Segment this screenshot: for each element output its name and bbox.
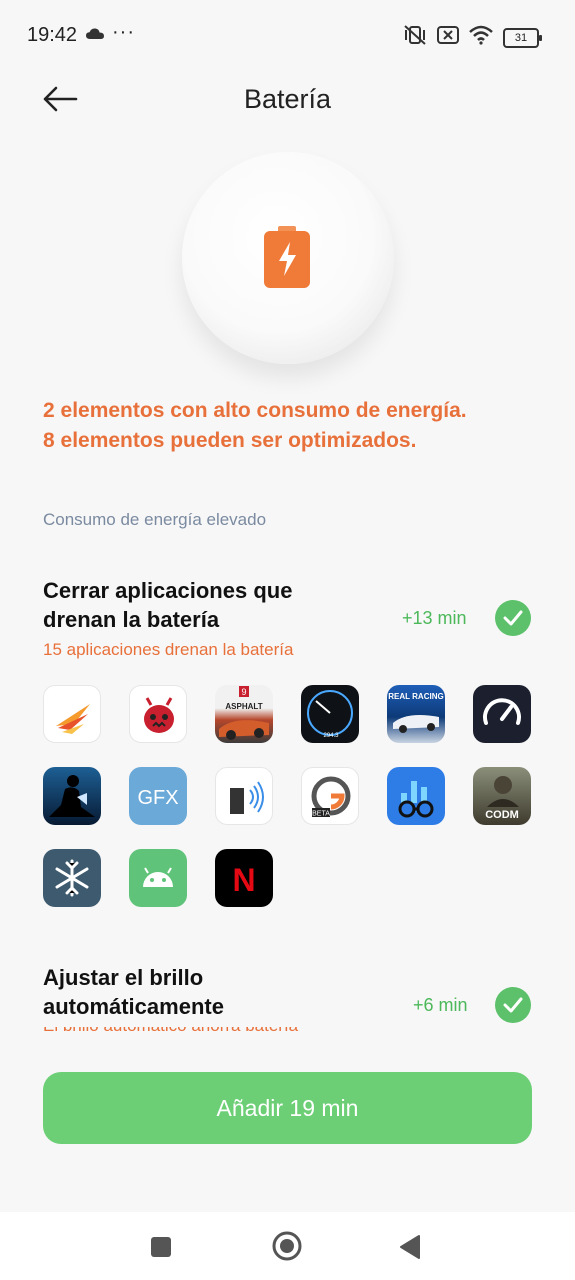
home-button[interactable] bbox=[271, 1230, 303, 1267]
svg-text:ASPHALT: ASPHALT bbox=[225, 702, 262, 711]
geekbench-app-icon bbox=[387, 767, 445, 825]
item-checkbox[interactable] bbox=[495, 600, 531, 636]
speedometer-app-icon: 294.3 bbox=[301, 685, 359, 743]
svg-text:GFX: GFX bbox=[137, 787, 178, 809]
back-nav-button[interactable] bbox=[399, 1234, 421, 1265]
time-gain: +6 min bbox=[413, 995, 468, 1015]
svg-text:BETA: BETA bbox=[312, 811, 330, 818]
recents-button[interactable] bbox=[150, 1236, 172, 1263]
item-title-line-2: automáticamente bbox=[43, 994, 224, 1019]
netflix-app-icon: N bbox=[215, 849, 273, 907]
section-label: Consumo de energía elevado bbox=[43, 510, 267, 529]
check-icon bbox=[503, 997, 523, 1013]
nfc-app-icon bbox=[215, 767, 273, 825]
item-checkbox[interactable] bbox=[495, 987, 531, 1023]
codm-app-icon: CODM bbox=[473, 767, 531, 825]
android-app-icon bbox=[129, 849, 187, 907]
item-subtitle: El brillo automático ahorra batería bbox=[43, 1027, 373, 1035]
svg-text:9: 9 bbox=[241, 687, 246, 697]
item-subtitle: 15 aplicaciones drenan la batería bbox=[43, 640, 294, 659]
swift-app-icon bbox=[43, 685, 101, 743]
wifi-icon bbox=[469, 25, 493, 50]
item-subtitle-clipped: El brillo automático ahorra batería bbox=[43, 1027, 373, 1035]
page-title: Batería bbox=[243, 84, 332, 114]
optimization-summary: 2 elementos con alto consumo de energía.… bbox=[43, 396, 467, 456]
svg-text:REAL RACING: REAL RACING bbox=[388, 692, 443, 701]
item-title-line-2: drenan la batería bbox=[43, 607, 220, 632]
summary-line-1: 2 elementos con alto consumo de energía. bbox=[43, 399, 467, 422]
real-racing-app-icon: REAL RACING bbox=[387, 685, 445, 743]
square-icon bbox=[151, 1237, 171, 1257]
summary-line-2: 8 elementos pueden ser optimizados. bbox=[43, 429, 417, 452]
antutu-app-icon bbox=[129, 685, 187, 743]
time-gain: +13 min bbox=[402, 608, 467, 628]
status-icons: 31 bbox=[403, 24, 542, 51]
kindle-app-icon bbox=[43, 767, 101, 825]
speedtest-app-icon bbox=[473, 685, 531, 743]
snowflake-app-icon bbox=[43, 849, 101, 907]
asphalt-9-app-icon: 9 ASPHALT bbox=[215, 685, 273, 743]
battery-charging-icon bbox=[264, 226, 310, 288]
item-title-line-1: Ajustar el brillo bbox=[43, 965, 204, 990]
item-title-line-1: Cerrar aplicaciones que bbox=[43, 578, 293, 603]
svg-text:CODM: CODM bbox=[485, 809, 519, 821]
triangle-back-icon bbox=[400, 1235, 420, 1259]
navigation-bar bbox=[0, 1212, 575, 1280]
gamebench-beta-app-icon: BETA bbox=[301, 767, 359, 825]
item-title: Ajustar el brillo automáticamente bbox=[43, 963, 224, 1021]
vibrate-off-icon bbox=[403, 24, 427, 51]
no-sim-icon bbox=[437, 25, 459, 50]
check-icon bbox=[503, 610, 523, 626]
battery-status-icon: 31 bbox=[503, 27, 542, 48]
gfx-tool-app-icon: GFX bbox=[129, 767, 187, 825]
svg-text:294.3: 294.3 bbox=[323, 733, 339, 739]
cloud-icon bbox=[86, 27, 104, 45]
status-bar: 19:42 ··· 31 bbox=[0, 0, 575, 70]
status-time: 19:42 bbox=[27, 24, 78, 46]
add-time-button[interactable]: Añadir 19 min bbox=[43, 1072, 532, 1144]
more-notifications-icon: ··· bbox=[112, 21, 135, 43]
item-title: Cerrar aplicaciones que drenan la baterí… bbox=[43, 576, 292, 634]
svg-text:N: N bbox=[232, 862, 255, 898]
circle-home-icon bbox=[272, 1231, 302, 1261]
